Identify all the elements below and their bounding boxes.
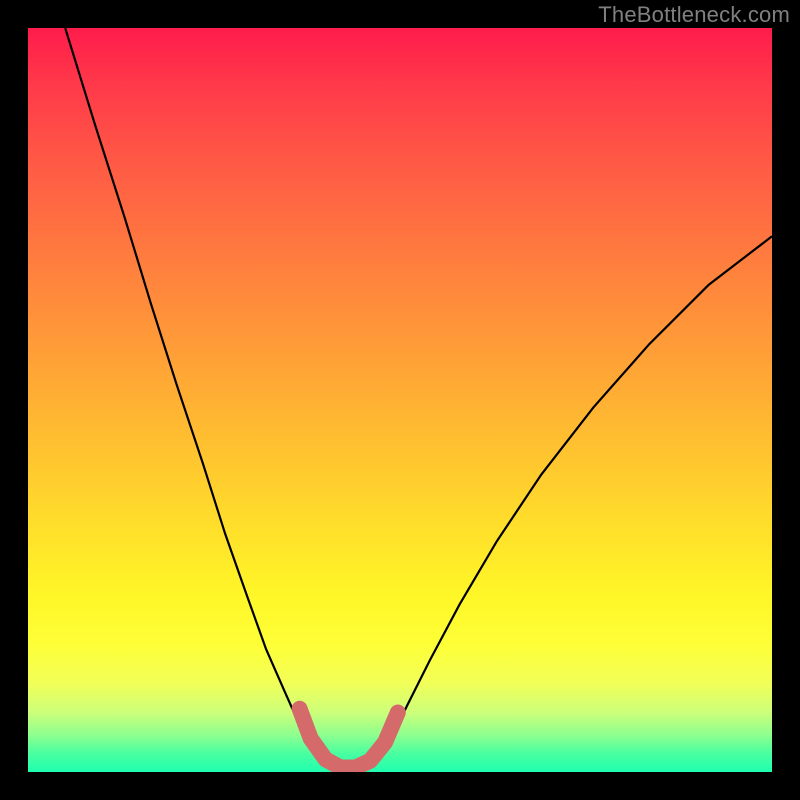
left-curve-path: [65, 28, 325, 765]
chart-stage: TheBottleneck.com: [0, 0, 800, 800]
right-curve-path: [378, 236, 772, 761]
thick-bottom-path: [300, 709, 398, 768]
plot-area: [28, 28, 772, 772]
curve-layer: [28, 28, 772, 772]
watermark-text: TheBottleneck.com: [598, 2, 790, 28]
